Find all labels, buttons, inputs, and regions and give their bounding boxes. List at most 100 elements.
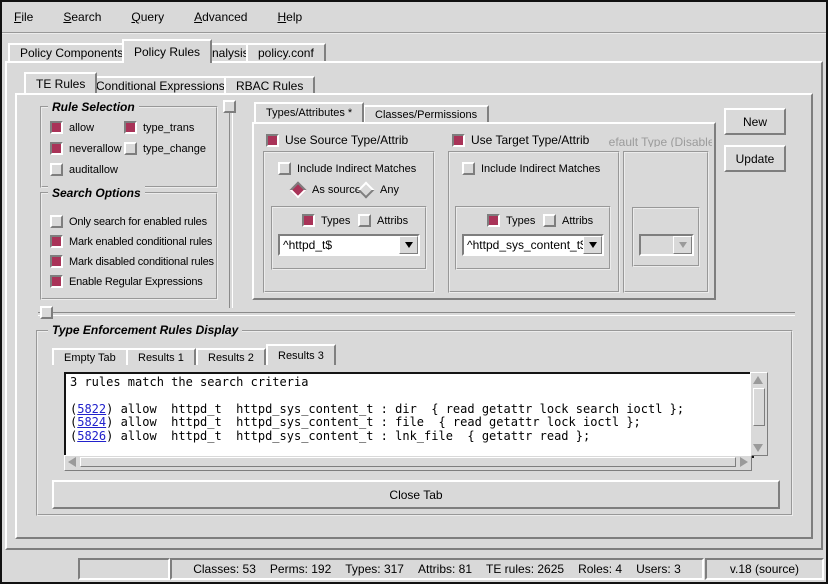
tab-classes-permissions[interactable]: Classes/Permissions [363, 105, 489, 122]
menu-help[interactable]: Help [273, 8, 306, 26]
stat-te-rules: TE rules: 2625 [486, 562, 564, 576]
checkbox-use-target-type[interactable]: Use Target Type/Attrib [452, 133, 589, 147]
checkbox-indicator [50, 121, 63, 134]
default-type-combobox [639, 234, 694, 256]
tab-policy-components[interactable]: Policy Components [8, 43, 135, 61]
checkbox-indicator [50, 163, 63, 176]
tab-rbac-rules[interactable]: RBAC Rules [224, 76, 315, 93]
apol-window: File Search Query Advanced Help Policy C… [0, 0, 828, 584]
checkbox-indicator [452, 134, 465, 147]
scroll-down-icon[interactable] [752, 442, 764, 454]
stat-types: Types: 317 [345, 562, 404, 576]
menu-advanced[interactable]: Advanced [190, 8, 251, 26]
checkbox-indicator [50, 235, 63, 248]
checkbox-indicator [50, 142, 63, 155]
checkbox-indicator [543, 214, 556, 227]
tab-te-rules[interactable]: TE Rules [24, 72, 97, 93]
radio-any[interactable]: Any [358, 184, 399, 196]
tab-empty-tab[interactable]: Empty Tab [52, 348, 128, 365]
checkbox-only-enabled-rules[interactable]: Only search for enabled rules [50, 215, 207, 228]
results-vertical-scrollbar[interactable] [750, 372, 768, 456]
status-version-field: v.18 (source) [705, 558, 824, 580]
tab-results-1[interactable]: Results 1 [126, 348, 196, 365]
checkbox-indicator [278, 162, 291, 175]
menubar: File Search Query Advanced Help [2, 2, 828, 34]
combobox-dropdown-button [673, 236, 692, 254]
new-button[interactable]: New [724, 108, 786, 135]
tab-conditional-expressions[interactable]: Conditional Expressions [84, 76, 237, 93]
tab-policy-conf[interactable]: policy.conf [246, 43, 326, 61]
radio-indicator [290, 182, 307, 199]
menu-query[interactable]: Query [127, 8, 168, 26]
results-text-area[interactable]: 3 rules match the search criteria (5822)… [64, 372, 754, 458]
vertical-scrollbar-thumb[interactable] [753, 388, 765, 426]
checkbox-auditallow[interactable]: auditallow [50, 163, 118, 176]
dropdown-arrow-icon [679, 242, 687, 248]
checkbox-indicator [462, 162, 475, 175]
results-summary: 3 rules match the search criteria [70, 376, 748, 389]
close-tab-button[interactable]: Close Tab [52, 480, 780, 509]
rule-line: (5822) allow httpd_t httpd_sys_content_t… [70, 403, 748, 416]
scroll-left-icon[interactable] [66, 457, 78, 467]
checkbox-source-types[interactable]: Types [302, 214, 350, 227]
rule-line: (5826) allow httpd_t httpd_sys_content_t… [70, 430, 748, 443]
source-type-combobox[interactable]: ^httpd_t$ [278, 234, 420, 256]
tab-results-2[interactable]: Results 2 [196, 348, 266, 365]
menu-search[interactable]: Search [59, 8, 105, 26]
tab-policy-rules[interactable]: Policy Rules [122, 39, 212, 63]
checkbox-target-indirect[interactable]: Include Indirect Matches [462, 162, 600, 175]
vertical-sash[interactable] [229, 100, 233, 308]
rule-selection-title: Rule Selection [48, 100, 139, 114]
rule-number-link[interactable]: 5822 [77, 402, 106, 416]
target-type-value: ^httpd_sys_content_t$ [464, 236, 583, 254]
rule-number-link[interactable]: 5824 [77, 415, 106, 429]
results-horizontal-scrollbar[interactable] [64, 455, 752, 471]
radio-indicator [358, 182, 375, 199]
update-button[interactable]: Update [724, 145, 786, 172]
checkbox-target-types[interactable]: Types [487, 214, 535, 227]
checkbox-indicator [50, 215, 63, 228]
checkbox-type-change[interactable]: type_change [124, 142, 206, 155]
checkbox-indicator [124, 121, 137, 134]
default-type-value [641, 236, 673, 254]
checkbox-use-source-type[interactable]: Use Source Type/Attrib [266, 133, 408, 147]
checkbox-mark-disabled-conditional[interactable]: Mark disabled conditional rules [50, 255, 214, 268]
scroll-up-icon[interactable] [752, 374, 764, 386]
default-type-label: Default Type (Disabled) [608, 135, 712, 147]
source-type-value: ^httpd_t$ [280, 236, 399, 254]
stat-perms: Perms: 192 [270, 562, 331, 576]
policy-version: v.18 (source) [730, 562, 799, 576]
vertical-sash-handle[interactable] [223, 100, 236, 113]
tab-types-attributes[interactable]: Types/Attributes * [254, 102, 364, 122]
checkbox-indicator [302, 214, 315, 227]
menu-file[interactable]: File [10, 8, 37, 26]
checkbox-allow[interactable]: allow [50, 121, 94, 134]
checkbox-type-trans[interactable]: type_trans [124, 121, 194, 134]
target-type-combobox[interactable]: ^httpd_sys_content_t$ [462, 234, 604, 256]
horizontal-sash-handle[interactable] [40, 306, 53, 319]
checkbox-source-indirect[interactable]: Include Indirect Matches [278, 162, 416, 175]
rule-number-link[interactable]: 5826 [77, 429, 106, 443]
rule-line: (5824) allow httpd_t httpd_sys_content_t… [70, 416, 748, 429]
stat-attribs: Attribs: 81 [418, 562, 472, 576]
default-type-label-clip: Default Type (Disabled) [608, 133, 712, 147]
checkbox-target-attribs[interactable]: Attribs [543, 214, 593, 227]
horizontal-scrollbar-thumb[interactable] [80, 457, 736, 467]
checkbox-mark-enabled-conditional[interactable]: Mark enabled conditional rules [50, 235, 212, 248]
combobox-dropdown-button[interactable] [583, 236, 602, 254]
combobox-dropdown-button[interactable] [399, 236, 418, 254]
horizontal-sash[interactable] [38, 312, 795, 316]
checkbox-neverallow[interactable]: neverallow [50, 142, 122, 155]
search-options-title: Search Options [48, 186, 145, 200]
radio-as-source[interactable]: As source [290, 184, 361, 196]
checkbox-indicator [266, 134, 279, 147]
status-left-field [78, 558, 170, 580]
rules-display-title: Type Enforcement Rules Display [48, 323, 242, 337]
dropdown-arrow-icon [589, 242, 597, 248]
checkbox-indicator [124, 142, 137, 155]
stat-users: Users: 3 [636, 562, 681, 576]
checkbox-enable-regex[interactable]: Enable Regular Expressions [50, 275, 203, 288]
tab-results-3[interactable]: Results 3 [266, 344, 336, 365]
scroll-right-icon[interactable] [738, 457, 750, 467]
checkbox-source-attribs[interactable]: Attribs [358, 214, 408, 227]
